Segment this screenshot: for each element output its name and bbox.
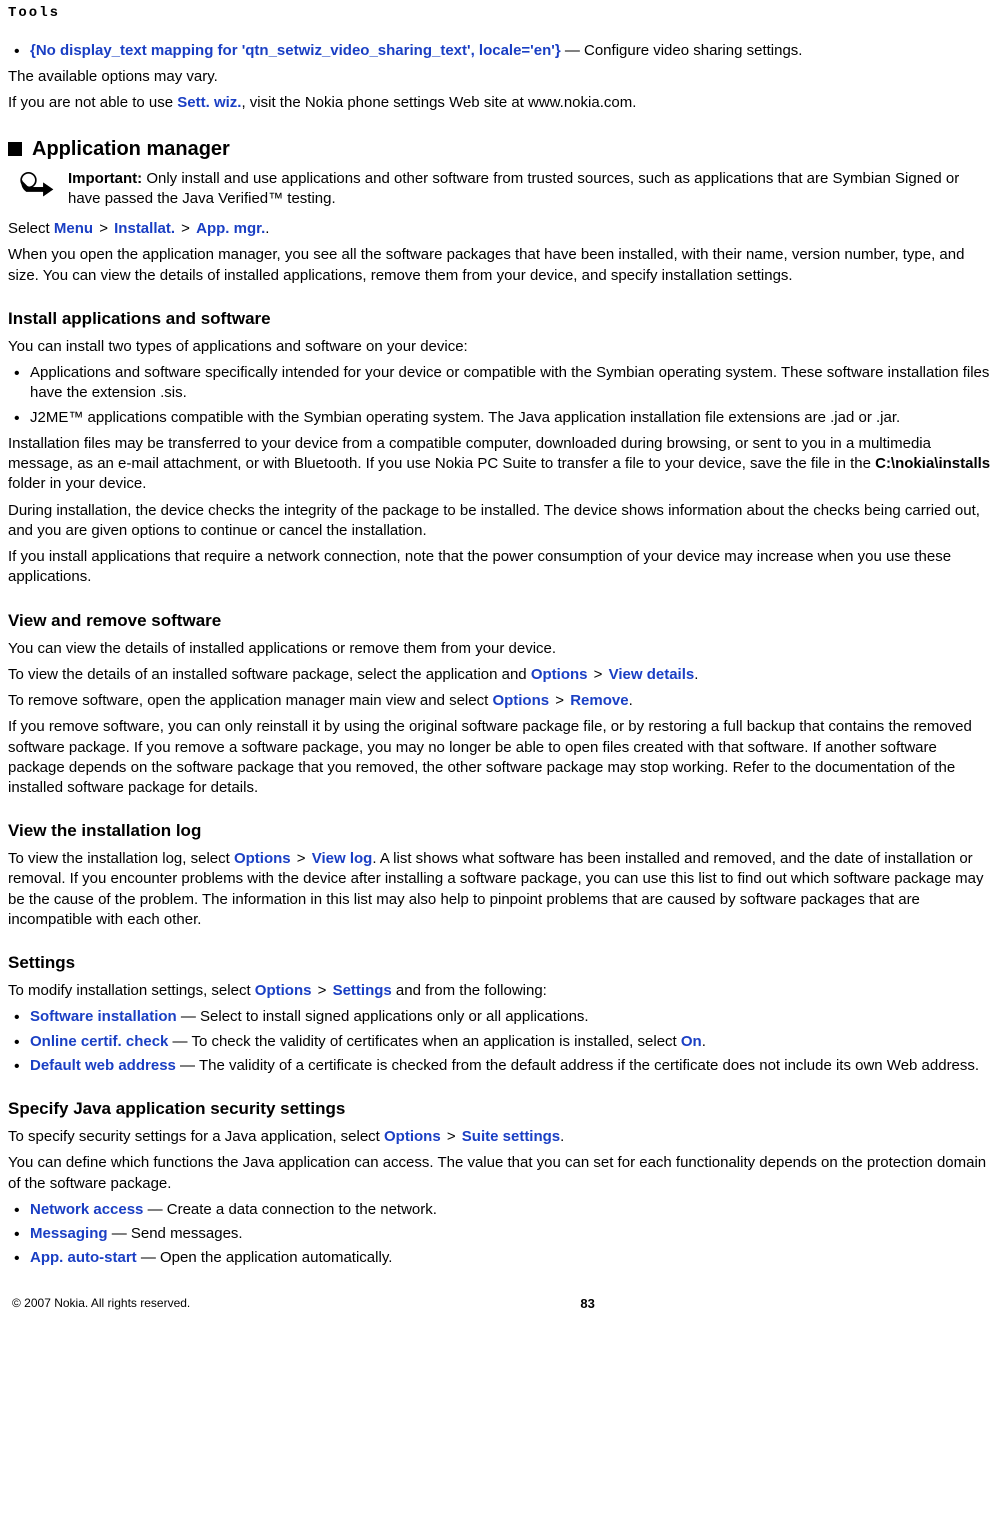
remove-link[interactable]: Remove [570, 692, 628, 709]
bullet-rest: — Configure video sharing settings. [561, 42, 803, 59]
body-text: You can define which functions the Java … [8, 1153, 995, 1194]
settings-bullets: Software installation — Select to instal… [8, 1007, 995, 1076]
text-fragment: To specify security settings for a Java … [8, 1128, 384, 1145]
video-sharing-link[interactable]: {No display_text mapping for 'qtn_setwiz… [30, 42, 561, 59]
breadcrumb-sep: > [441, 1128, 462, 1145]
text-fragment: Select [8, 220, 54, 237]
body-text: To modify installation settings, select … [8, 981, 995, 1001]
text-fragment: , visit the Nokia phone settings Web sit… [241, 94, 636, 111]
body-text: To view the details of an installed soft… [8, 665, 995, 685]
text-fragment: . [265, 220, 269, 237]
body-text: When you open the application manager, y… [8, 245, 995, 286]
body-text: During installation, the device checks t… [8, 501, 995, 542]
app-auto-start-link[interactable]: App. auto-start [30, 1249, 137, 1266]
list-item: Software installation — Select to instal… [8, 1007, 995, 1027]
default-web-address-link[interactable]: Default web address [30, 1057, 176, 1074]
body-text: You can install two types of application… [8, 337, 995, 357]
body-text: The available options may vary. [8, 67, 995, 87]
list-item: Online certif. check — To check the vali… [8, 1032, 995, 1052]
options-link[interactable]: Options [384, 1128, 441, 1145]
text-fragment: To view the details of an installed soft… [8, 666, 531, 683]
options-link[interactable]: Options [255, 982, 312, 999]
body-text: To view the installation log, select Opt… [8, 849, 995, 930]
copyright-text: © 2007 Nokia. All rights reserved. [12, 1295, 190, 1313]
body-text: To remove software, open the application… [8, 691, 995, 711]
page-header: Tools [8, 4, 995, 23]
app-manager-section: Application manager [8, 136, 995, 163]
text-fragment: To modify installation settings, select [8, 982, 255, 999]
important-arrow-icon [20, 171, 54, 197]
bullet-rest: — Select to install signed applications … [177, 1008, 589, 1025]
options-link[interactable]: Options [531, 666, 588, 683]
subheading: Specify Java application security settin… [8, 1098, 995, 1121]
options-link[interactable]: Options [492, 692, 549, 709]
folder-path: C:\nokia\installs [875, 455, 990, 472]
view-details-link[interactable]: View details [609, 666, 695, 683]
text-fragment: . [560, 1128, 564, 1145]
bullet-rest: — To check the validity of certificates … [168, 1033, 680, 1050]
text-fragment: . [694, 666, 698, 683]
list-item: {No display_text mapping for 'qtn_setwiz… [8, 41, 995, 61]
page-footer: © 2007 Nokia. All rights reserved. 83 x [8, 1289, 995, 1317]
java-bullets: Network access — Create a data connectio… [8, 1200, 995, 1269]
list-item: Applications and software specifically i… [8, 363, 995, 404]
breadcrumb-sep: > [291, 850, 312, 867]
breadcrumb-sep: > [311, 982, 332, 999]
body-text: If you install applications that require… [8, 547, 995, 588]
list-item: App. auto-start — Open the application a… [8, 1248, 995, 1268]
suite-settings-link[interactable]: Suite settings [462, 1128, 560, 1145]
on-link[interactable]: On [681, 1033, 702, 1050]
messaging-link[interactable]: Messaging [30, 1225, 108, 1242]
text-fragment: If you are not able to use [8, 94, 177, 111]
bullet-rest: — Send messages. [108, 1225, 243, 1242]
body-text: To specify security settings for a Java … [8, 1127, 995, 1147]
breadcrumb-sep: > [549, 692, 570, 709]
section-heading: Application manager [32, 136, 230, 163]
breadcrumb-sep: > [175, 220, 196, 237]
text-fragment: . [629, 692, 633, 709]
list-item: Network access — Create a data connectio… [8, 1200, 995, 1220]
breadcrumb-sep: > [93, 220, 114, 237]
breadcrumb-sep: > [588, 666, 609, 683]
list-item: J2ME™ applications compatible with the S… [8, 408, 995, 428]
appmgr-link[interactable]: App. mgr. [196, 220, 265, 237]
bullet-rest: . [702, 1033, 706, 1050]
options-link[interactable]: Options [234, 850, 291, 867]
text-fragment: folder in your device. [8, 475, 146, 492]
body-text: You can view the details of installed ap… [8, 639, 995, 659]
important-body: Only install and use applications and ot… [68, 170, 959, 207]
subheading: View the installation log [8, 820, 995, 843]
bullet-rest: — Open the application automatically. [137, 1249, 393, 1266]
select-path: Select Menu > Installat. > App. mgr.. [8, 219, 995, 239]
text-fragment: To remove software, open the application… [8, 692, 492, 709]
list-item: Default web address — The validity of a … [8, 1056, 995, 1076]
software-installation-link[interactable]: Software installation [30, 1008, 177, 1025]
install-bullets: Applications and software specifically i… [8, 363, 995, 428]
important-text: Important: Only install and use applicat… [68, 169, 995, 210]
body-text: If you remove software, you can only rei… [8, 717, 995, 798]
settings-link[interactable]: Settings [333, 982, 392, 999]
bullet-rest: — The validity of a certificate is check… [176, 1057, 979, 1074]
text-fragment: Installation files may be transferred to… [8, 435, 931, 472]
text-fragment: and from the following: [392, 982, 547, 999]
important-note: Important: Only install and use applicat… [20, 169, 995, 210]
menu-link[interactable]: Menu [54, 220, 93, 237]
page-number: 83 [580, 1295, 594, 1313]
view-log-link[interactable]: View log [312, 850, 373, 867]
subheading: View and remove software [8, 610, 995, 633]
online-certif-check-link[interactable]: Online certif. check [30, 1033, 168, 1050]
important-label: Important: [68, 170, 146, 187]
body-text: Installation files may be transferred to… [8, 434, 995, 495]
bullet-rest: — Create a data connection to the networ… [143, 1201, 437, 1218]
body-text: If you are not able to use Sett. wiz., v… [8, 93, 995, 113]
subheading: Install applications and software [8, 308, 995, 331]
installat-link[interactable]: Installat. [114, 220, 175, 237]
subheading: Settings [8, 952, 995, 975]
network-access-link[interactable]: Network access [30, 1201, 143, 1218]
setwiz-link[interactable]: Sett. wiz. [177, 94, 241, 111]
text-fragment: To view the installation log, select [8, 850, 234, 867]
intro-bullets: {No display_text mapping for 'qtn_setwiz… [8, 41, 995, 61]
list-item: Messaging — Send messages. [8, 1224, 995, 1244]
square-bullet-icon [8, 142, 22, 156]
